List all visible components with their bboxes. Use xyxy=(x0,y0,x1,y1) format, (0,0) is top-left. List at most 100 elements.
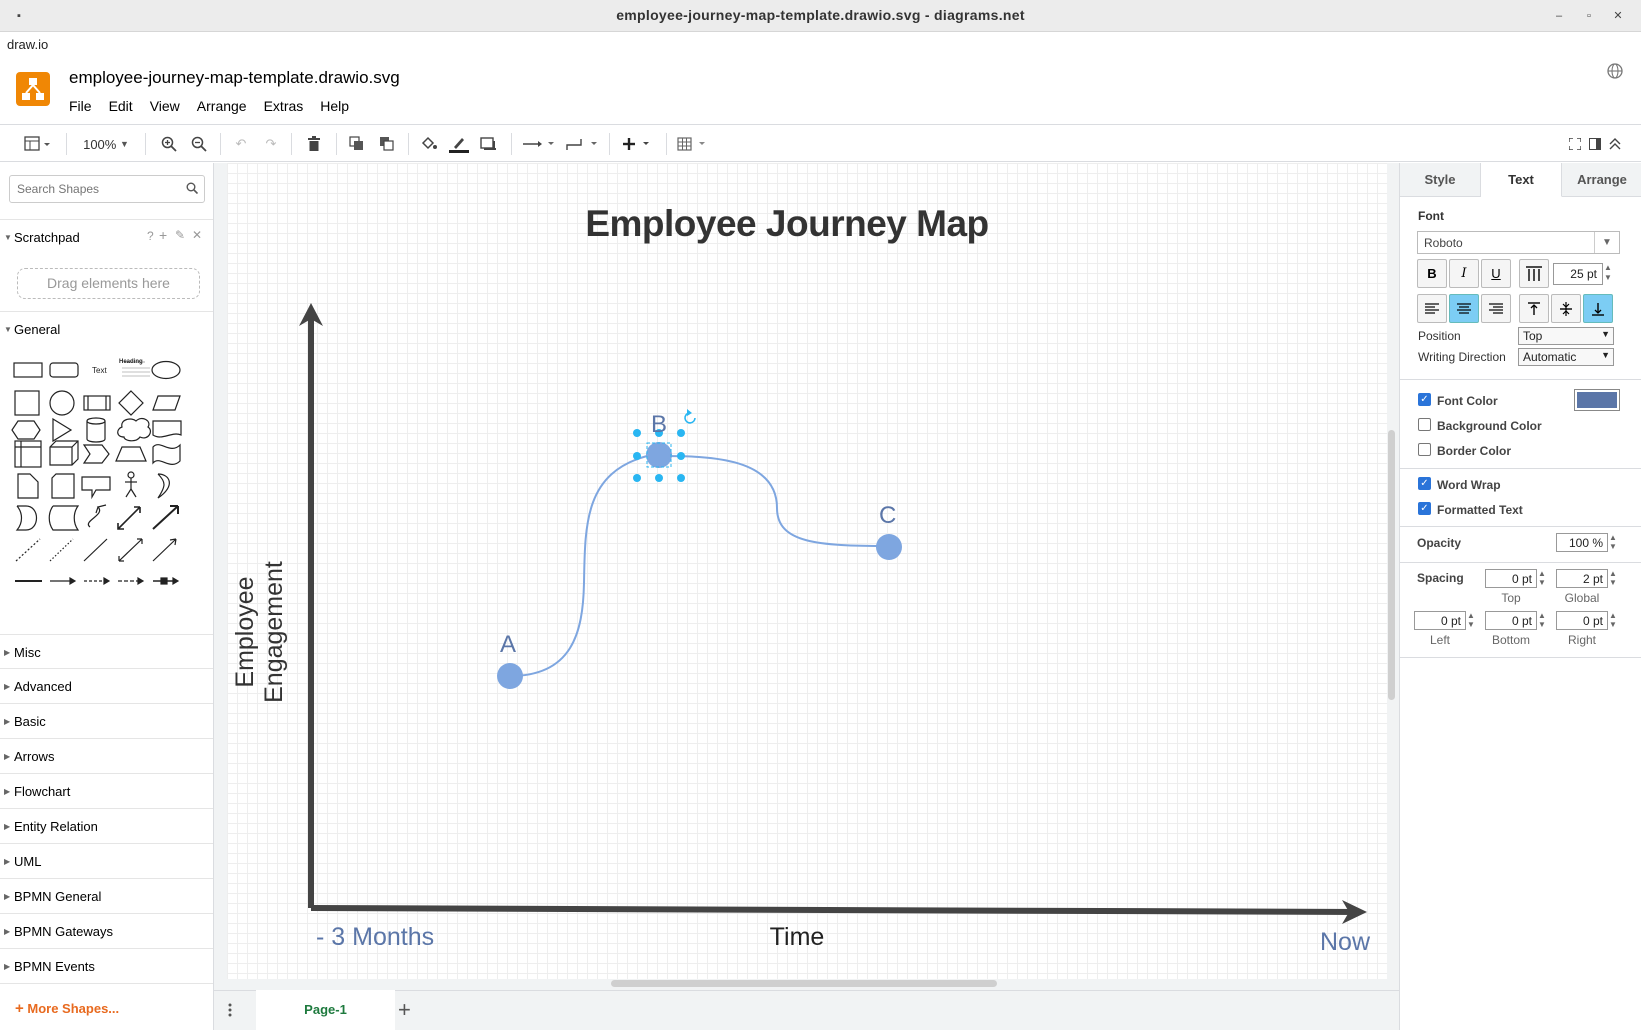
sidebar-section-bpmn-gateways[interactable]: ▶ BPMN Gateways xyxy=(0,913,213,947)
point-c-label[interactable]: C xyxy=(879,502,896,530)
sidebar-section-bpmn-events[interactable]: ▶ BPMN Events xyxy=(0,948,213,984)
spacing-top-stepper[interactable]: ▲ ▼ xyxy=(1538,569,1546,587)
zoom-out-icon[interactable] xyxy=(188,133,210,155)
add-icon[interactable]: + xyxy=(159,227,167,243)
sidebar-section-basic[interactable]: ▶ Basic xyxy=(0,703,213,737)
position-select[interactable]: Top ▼ xyxy=(1518,327,1614,345)
line-color-icon[interactable] xyxy=(448,133,470,155)
spacing-top-input[interactable]: 0 pt xyxy=(1485,569,1537,588)
close-icon[interactable]: ✕ xyxy=(1609,7,1627,25)
background-color-checkbox[interactable] xyxy=(1418,418,1431,431)
search-icon[interactable] xyxy=(186,182,199,197)
spacing-left-stepper[interactable]: ▲ ▼ xyxy=(1467,611,1475,629)
close-icon[interactable]: ✕ xyxy=(192,228,202,242)
sidebar-section-arrows[interactable]: ▶ Arrows xyxy=(0,738,213,772)
menu-file[interactable]: File xyxy=(69,98,109,114)
more-shapes-button[interactable]: + More Shapes... xyxy=(15,1000,119,1017)
vertical-text-icon[interactable] xyxy=(1519,259,1549,288)
spacing-right-stepper[interactable]: ▲ ▼ xyxy=(1609,611,1617,629)
align-left-icon[interactable] xyxy=(1417,294,1447,323)
align-right-icon[interactable] xyxy=(1481,294,1511,323)
horizontal-scrollbar[interactable] xyxy=(611,980,997,987)
opacity-stepper[interactable]: ▲ ▼ xyxy=(1609,533,1617,551)
x-start-label[interactable]: - 3 Months xyxy=(316,923,434,952)
tab-arrange[interactable]: Arrange xyxy=(1562,163,1641,197)
page-tab[interactable]: Page-1 xyxy=(256,990,395,1030)
y-axis-label[interactable]: Employee Engagement xyxy=(231,507,289,757)
point-b-label[interactable]: B xyxy=(651,411,667,439)
waypoints-icon[interactable] xyxy=(564,133,600,155)
fill-color-icon[interactable] xyxy=(418,133,440,155)
sidebar-section-flowchart[interactable]: ▶ Flowchart xyxy=(0,773,213,807)
menu-help[interactable]: Help xyxy=(320,98,366,114)
x-end-label[interactable]: Now xyxy=(1320,928,1370,957)
zoom-in-icon[interactable] xyxy=(158,133,180,155)
search-shapes-input[interactable] xyxy=(9,175,205,203)
formatted-text-checkbox[interactable]: ✓ xyxy=(1418,502,1431,515)
rotate-handle-icon[interactable] xyxy=(684,412,696,424)
text-shape-label[interactable]: Text xyxy=(92,366,107,375)
table-icon[interactable] xyxy=(676,133,712,155)
spacing-left-input[interactable]: 0 pt xyxy=(1414,611,1466,630)
word-wrap-checkbox[interactable]: ✓ xyxy=(1418,477,1431,490)
font-size-stepper[interactable]: ▲ ▼ xyxy=(1604,263,1612,283)
sidebar-section-uml[interactable]: ▶ UML xyxy=(0,843,213,877)
tab-style[interactable]: Style xyxy=(1400,163,1481,197)
scratchpad-section[interactable]: ▼ Scratchpad ? + ✎ ✕ xyxy=(0,219,213,253)
journey-curve[interactable] xyxy=(509,454,890,677)
format-panel-icon[interactable] xyxy=(1586,133,1604,155)
edit-icon[interactable]: ✎ xyxy=(175,228,185,242)
font-color-checkbox[interactable]: ✓ xyxy=(1418,393,1431,406)
collapse-icon[interactable] xyxy=(1606,133,1624,155)
document-title[interactable]: employee-journey-map-template.drawio.svg xyxy=(69,68,400,88)
app-menu-label[interactable]: draw.io xyxy=(7,37,48,52)
shape-grid[interactable] xyxy=(10,355,206,620)
menu-arrange[interactable]: Arrange xyxy=(197,98,264,114)
menu-edit[interactable]: Edit xyxy=(109,98,150,114)
border-color-checkbox[interactable] xyxy=(1418,443,1431,456)
maximize-icon[interactable]: ▫ xyxy=(1580,7,1598,25)
vertical-scrollbar[interactable] xyxy=(1388,430,1395,700)
minimize-icon[interactable]: – xyxy=(1550,7,1568,25)
point-a-label[interactable]: A xyxy=(500,631,516,659)
align-bottom-icon[interactable] xyxy=(1583,294,1613,323)
general-section[interactable]: ▼ General xyxy=(0,311,213,345)
pages-menu-icon[interactable] xyxy=(228,1003,232,1020)
to-front-icon[interactable] xyxy=(346,133,368,155)
point-c[interactable] xyxy=(876,534,902,560)
add-page-icon[interactable]: + xyxy=(398,997,411,1023)
undo-icon[interactable]: ↶ xyxy=(230,133,252,155)
spacing-right-input[interactable]: 0 pt xyxy=(1556,611,1608,630)
sidebar-section-misc[interactable]: ▶ Misc xyxy=(0,634,213,668)
help-icon[interactable]: ? xyxy=(147,229,154,243)
heading-shape-icon[interactable]: Heading xyxy=(119,359,143,365)
font-family-select[interactable]: Roboto ▼ xyxy=(1417,231,1620,254)
align-top-icon[interactable] xyxy=(1519,294,1549,323)
opacity-input[interactable]: 100 % xyxy=(1556,533,1608,552)
connection-style-icon[interactable] xyxy=(521,133,557,155)
format-panel-toggle-icon[interactable] xyxy=(20,133,56,155)
insert-icon[interactable] xyxy=(620,133,656,155)
x-axis-label[interactable]: Time xyxy=(717,923,877,952)
bold-button[interactable]: B xyxy=(1417,259,1447,288)
sidebar-section-entity-relation[interactable]: ▶ Entity Relation xyxy=(0,808,213,842)
align-middle-icon[interactable] xyxy=(1551,294,1581,323)
tab-text[interactable]: Text xyxy=(1481,163,1562,197)
delete-icon[interactable] xyxy=(303,133,325,155)
italic-button[interactable]: I xyxy=(1449,259,1479,288)
zoom-dropdown[interactable]: 100% ▼ xyxy=(76,133,136,155)
sidebar-section-advanced[interactable]: ▶ Advanced xyxy=(0,668,213,702)
point-b[interactable] xyxy=(646,442,672,468)
spacing-bottom-stepper[interactable]: ▲ ▼ xyxy=(1538,611,1546,629)
diagram-canvas[interactable]: Employee Journey Map Employee Engagement… xyxy=(227,163,1387,979)
font-size-input[interactable]: 25 pt xyxy=(1553,263,1603,285)
to-back-icon[interactable] xyxy=(376,133,398,155)
font-color-swatch[interactable] xyxy=(1574,389,1620,411)
point-a[interactable] xyxy=(497,663,523,689)
language-globe-icon[interactable] xyxy=(1606,62,1624,83)
shadow-icon[interactable] xyxy=(478,133,500,155)
fullscreen-icon[interactable] xyxy=(1566,133,1584,155)
sidebar-section-bpmn-general[interactable]: ▶ BPMN General xyxy=(0,878,213,912)
underline-button[interactable]: U xyxy=(1481,259,1511,288)
scratchpad-drop-zone[interactable]: Drag elements here xyxy=(17,268,200,299)
